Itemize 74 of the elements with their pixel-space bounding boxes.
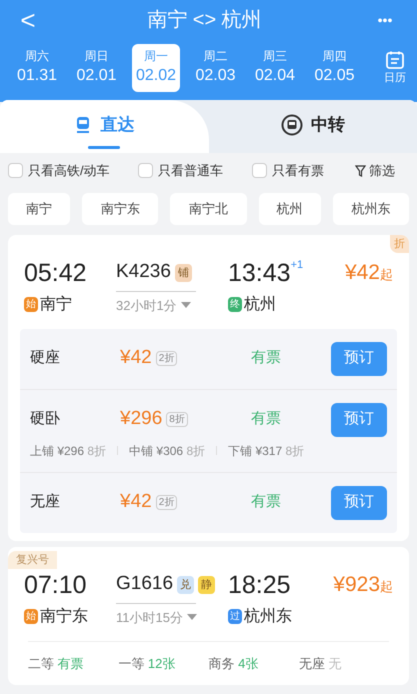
date-tab[interactable]: 周一 02.02	[132, 44, 180, 92]
seat-availability: 二等 有票	[28, 654, 85, 672]
seat-price: ¥296	[120, 407, 162, 432]
start-price: ¥923	[333, 572, 380, 598]
departure-station: 南宁东	[40, 606, 88, 626]
origin-badge: 始	[24, 297, 38, 312]
dropdown-icon	[180, 302, 191, 308]
berth-price: 中铺 ¥306 8折	[129, 442, 206, 460]
arrival-station: 杭州东	[244, 606, 292, 626]
mode-tab[interactable]: 直达	[0, 100, 208, 152]
calendar-button[interactable]: 日历	[377, 50, 413, 86]
station-chip[interactable]: 杭州	[258, 192, 321, 224]
arrival-station: 杭州	[244, 294, 276, 314]
date-tab[interactable]: 周二 02.03	[192, 44, 240, 92]
train-number: G1616	[116, 572, 174, 596]
day-offset: +1	[290, 258, 304, 272]
berth-price: 下铺 ¥317 8折	[228, 442, 304, 460]
seat-price: ¥42	[120, 490, 152, 514]
price-suffix: 起	[380, 578, 393, 596]
ticket-status: 有票	[251, 409, 281, 430]
funnel-icon	[355, 164, 366, 176]
discount-tag: 2折	[156, 495, 178, 510]
calendar-icon	[385, 50, 405, 70]
origin-badge: 始	[24, 609, 38, 624]
seat-type: 硬卧	[30, 409, 61, 430]
destination-badge: 终	[228, 297, 242, 312]
arrival-time: 18:25	[228, 570, 291, 600]
train-card[interactable]: 复兴号 07:10 始 南宁东 G1616 兑 静 11小时15分 18:25 过 杭州东 ¥923起 二等 有票 一等 12张 商务 4张 无座 无	[8, 546, 409, 685]
train-tag: 铺	[174, 264, 192, 282]
train-tag: 兑	[177, 576, 194, 594]
duration-toggle[interactable]: 11小时15分	[116, 608, 197, 627]
date-tab[interactable]: 周四 02.05	[310, 44, 358, 92]
seat-availability: 一等 12张	[118, 654, 176, 672]
seat-availability: 商务 4张	[208, 654, 260, 672]
price-suffix: 起	[380, 266, 393, 284]
ticket-status: 有票	[251, 492, 281, 512]
book-button[interactable]: 预订	[331, 402, 387, 436]
station-chip[interactable]: 南宁北	[170, 192, 247, 224]
station-chip[interactable]: 南宁	[8, 192, 70, 224]
train-tag: 静	[198, 576, 216, 594]
seat-availability: 无座 无	[298, 654, 342, 672]
departure-time: 07:10	[24, 570, 88, 600]
date-tab[interactable]: 周六 01.31	[13, 44, 61, 92]
discount-corner-tag: 折	[390, 234, 409, 252]
train-brand-tag: 复兴号	[8, 550, 57, 568]
ticket-status: 有票	[251, 348, 281, 368]
filter-checkbox[interactable]: 只看有票	[252, 160, 355, 180]
start-price: ¥42	[344, 260, 380, 286]
discount-tag: 2折	[156, 351, 178, 366]
duration-toggle[interactable]: 32小时1分	[116, 296, 191, 315]
seat-type: 硬座	[30, 348, 61, 368]
date-tab[interactable]: 周日 02.01	[72, 44, 120, 92]
dropdown-icon	[186, 614, 197, 620]
destination-badge: 过	[228, 609, 242, 624]
train-circle-icon	[280, 114, 303, 136]
date-tab[interactable]: 周三 02.04	[251, 44, 299, 92]
filter-checkbox[interactable]: 只看普通车	[138, 160, 252, 180]
back-button[interactable]: <	[12, 7, 44, 33]
departure-station: 南宁	[40, 294, 72, 314]
station-chip[interactable]: 杭州东	[332, 192, 410, 224]
departure-time: 05:42	[24, 258, 88, 288]
filter-button[interactable]: 筛选	[355, 160, 395, 180]
filter-checkbox[interactable]: 只看高铁/动车	[8, 160, 138, 180]
station-chip[interactable]: 南宁东	[82, 192, 158, 224]
seat-price: ¥42	[120, 346, 152, 370]
more-button[interactable]: •••	[365, 10, 405, 30]
train-number: K4236	[116, 260, 171, 284]
book-button[interactable]: 预订	[331, 342, 387, 376]
seat-type: 无座	[30, 492, 61, 512]
book-button[interactable]: 预订	[331, 486, 387, 520]
discount-tag: 8折	[166, 412, 188, 427]
berth-price: 上铺 ¥296 8折	[30, 442, 106, 460]
route-title: 南宁 <> 杭州	[146, 8, 263, 33]
arrival-time: 13:43	[228, 258, 291, 288]
